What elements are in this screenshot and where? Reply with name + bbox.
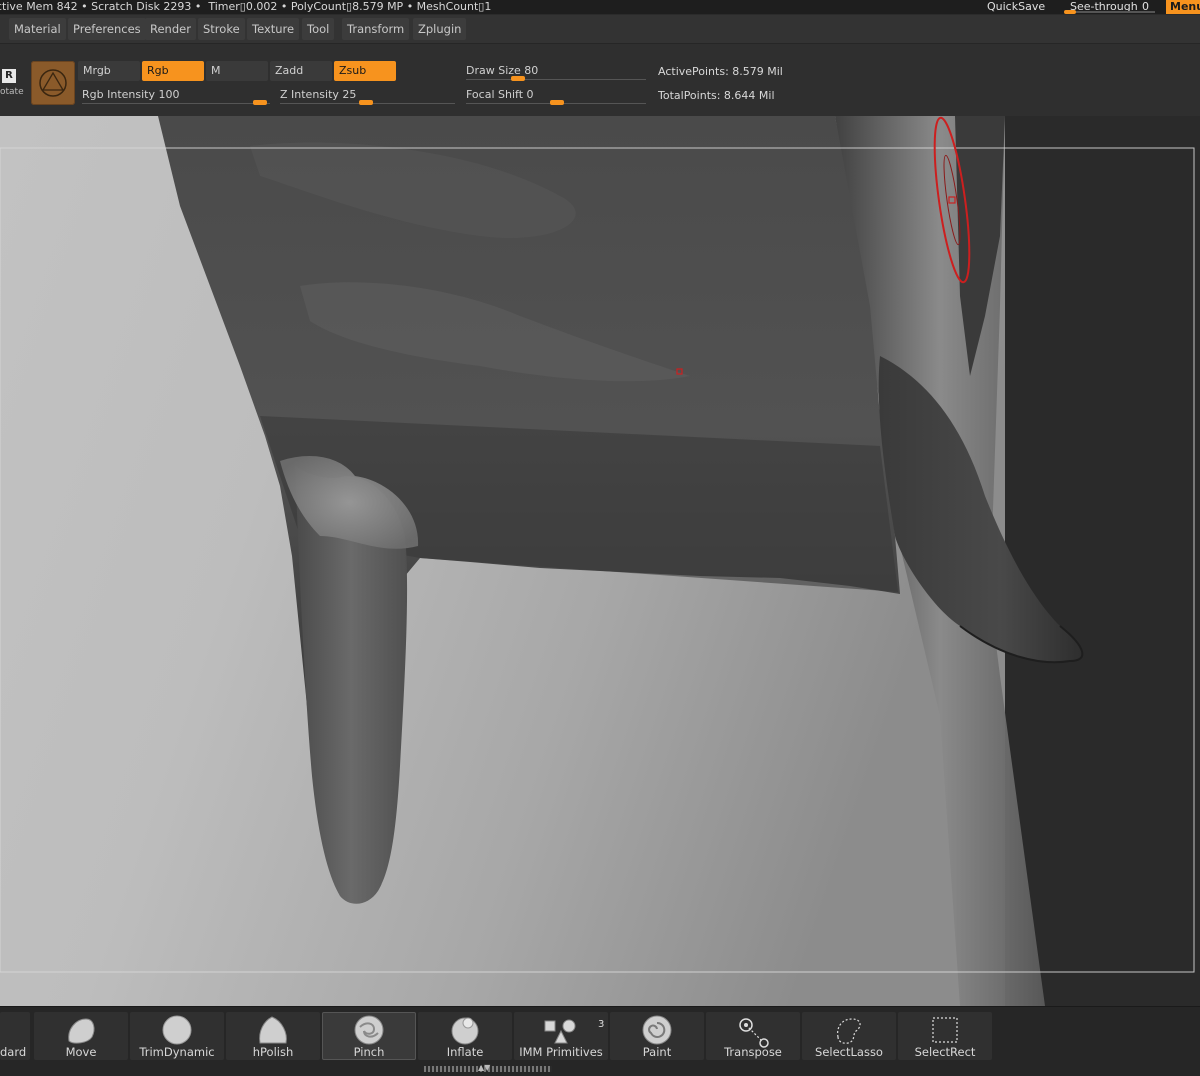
m-button[interactable]: M	[206, 61, 268, 81]
brush-paint-label: Paint	[642, 1045, 672, 1059]
brush-pinch-label: Pinch	[353, 1045, 385, 1059]
menu-material[interactable]: Material	[9, 18, 66, 40]
shelf-scroll-arrows-icon[interactable]: ▲▼	[478, 1063, 490, 1072]
rgb-intensity-track[interactable]	[82, 103, 270, 104]
selectlasso-icon	[837, 1018, 861, 1044]
brush-trimdynamic-label: TrimDynamic	[139, 1045, 215, 1059]
total-points: TotalPoints: 8.644 Mil	[658, 89, 775, 102]
menu-tool[interactable]: Tool	[302, 18, 335, 40]
imm-primitives-icon	[544, 1019, 576, 1044]
material-thumbnail[interactable]	[31, 61, 75, 105]
brush-imm-primitives-label: IMM Primitives	[519, 1045, 603, 1059]
brush-selectlasso-label: SelectLasso	[815, 1045, 883, 1059]
brush-hpolish-label: hPolish	[252, 1045, 294, 1059]
z-intensity-label: Z Intensity 25	[280, 88, 357, 101]
brush-selectrect-label: SelectRect	[914, 1045, 976, 1059]
brush-move-label: Move	[65, 1045, 97, 1059]
draw-size-knob[interactable]	[511, 76, 525, 81]
rotate-label: otate	[0, 87, 24, 97]
status-text: ctive Mem 842 • Scratch Disk 2293 • Time…	[0, 0, 492, 13]
see-through-slider-track[interactable]	[1065, 11, 1155, 13]
trimdynamic-brush-icon	[162, 1015, 192, 1045]
sculpt-mesh-render[interactable]	[0, 116, 1200, 1006]
mrgb-button[interactable]: Mrgb	[78, 61, 140, 81]
quicksave-button[interactable]: QuickSave	[987, 0, 1045, 13]
menu-stroke[interactable]: Stroke	[198, 18, 245, 40]
menu-texture[interactable]: Texture	[247, 18, 300, 40]
active-points: ActivePoints: 8.579 Mil	[658, 65, 783, 78]
zsub-button[interactable]: Zsub	[334, 61, 396, 81]
document-viewport[interactable]	[0, 116, 1200, 1006]
brush-inflate-label: Inflate	[446, 1045, 484, 1059]
brush-transpose-label: Transpose	[724, 1045, 782, 1059]
menu-preferences[interactable]: Preferences	[68, 18, 146, 40]
menu-render[interactable]: Render	[145, 18, 196, 40]
material-sphere-icon	[39, 69, 67, 97]
imm-primitives-count: 3	[598, 1019, 605, 1030]
inflate-brush-icon	[451, 1017, 479, 1045]
rgb-intensity-knob[interactable]	[253, 100, 267, 105]
rotate-key-icon[interactable]: R	[2, 69, 16, 83]
brush-standard-label: dard	[0, 1045, 27, 1059]
menus-button[interactable]: Menus	[1166, 0, 1200, 14]
selectrect-icon	[932, 1017, 958, 1043]
menu-zplugin[interactable]: Zplugin	[413, 18, 467, 40]
focal-shift-label: Focal Shift 0	[466, 88, 534, 101]
transpose-icon	[739, 1018, 769, 1048]
focal-shift-knob[interactable]	[550, 100, 564, 105]
see-through-slider-knob[interactable]	[1064, 10, 1076, 14]
menu-transform[interactable]: Transform	[342, 18, 410, 40]
zadd-button[interactable]: Zadd	[270, 61, 332, 81]
rgb-button[interactable]: Rgb	[142, 61, 204, 81]
move-brush-icon	[68, 1018, 95, 1044]
z-intensity-knob[interactable]	[359, 100, 373, 105]
paint-brush-icon	[642, 1015, 672, 1045]
rgb-intensity-label: Rgb Intensity 100	[82, 88, 180, 101]
hpolish-brush-icon	[259, 1016, 287, 1044]
draw-size-label: Draw Size 80	[466, 64, 539, 77]
draw-size-track[interactable]	[466, 79, 646, 80]
pinch-brush-icon	[354, 1015, 384, 1045]
